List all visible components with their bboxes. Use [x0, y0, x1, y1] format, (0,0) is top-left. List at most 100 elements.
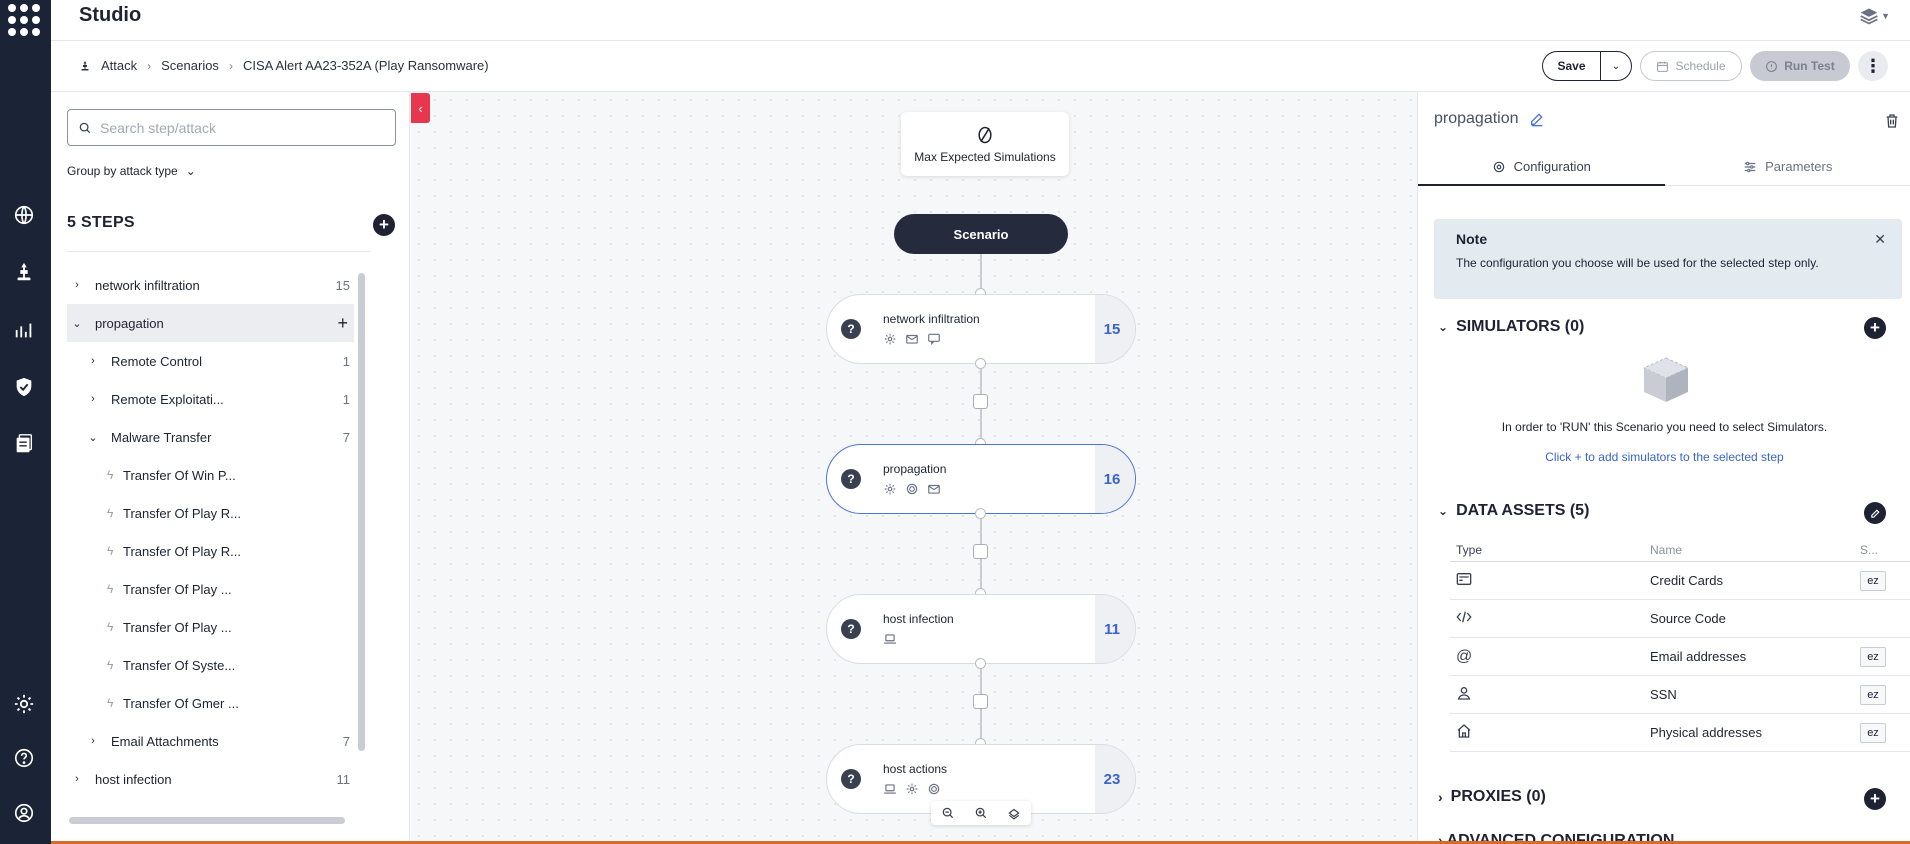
more-options-icon[interactable]: ⋮: [1858, 51, 1888, 81]
layers-icon: [1860, 8, 1878, 25]
globe-icon[interactable]: [12, 203, 36, 227]
tree-item-attack[interactable]: ϟ Transfer Of Win P...: [67, 456, 354, 494]
chevron-right-icon: ›: [75, 773, 79, 785]
tree-item-malware-transfer[interactable]: ⌄ Malware Transfer 7: [67, 418, 354, 456]
settings-icon[interactable]: [12, 692, 36, 716]
attack-icon[interactable]: [12, 260, 36, 284]
data-assets-section-toggle[interactable]: ⌄ DATA ASSETS (5): [1438, 502, 1589, 520]
layers-menu[interactable]: ▼: [1859, 6, 1890, 26]
run-test-button[interactable]: Run Test: [1750, 51, 1850, 81]
breadcrumb-current: CISA Alert AA23-352A (Play Ransomware): [242, 58, 489, 73]
scenario-node[interactable]: Scenario: [894, 214, 1068, 254]
tree-item-network-infiltration[interactable]: › network infiltration 15: [67, 266, 354, 304]
chat-icon: [928, 333, 940, 346]
simulators-section-toggle[interactable]: ⌄ SIMULATORS (0): [1438, 318, 1584, 336]
search-field[interactable]: [67, 109, 396, 146]
step-node-icons: [883, 632, 897, 646]
step-node-network-infiltration[interactable]: ? network infiltration 15: [826, 294, 1136, 364]
tree-item-propagation[interactable]: ⌄ propagation +: [67, 304, 354, 342]
horizontal-scrollbar[interactable]: [69, 817, 345, 824]
tree-item-host-infection[interactable]: › host infection 11: [67, 760, 354, 798]
tree-item-attack[interactable]: ϟ Transfer Of Syste...: [67, 646, 354, 684]
user-account-icon[interactable]: [12, 801, 36, 825]
step-node-host-infection[interactable]: ? host infection 11: [826, 594, 1136, 664]
tree-item-count: 7: [342, 733, 350, 749]
tree-item-remote-control[interactable]: › Remote Control 1: [67, 342, 354, 380]
edit-data-assets-button[interactable]: [1864, 502, 1886, 524]
step-node-icons: [883, 782, 941, 796]
tree-item-attack[interactable]: ϟ Transfer Of Gmer ...: [67, 684, 354, 722]
insert-step-handle[interactable]: [973, 544, 988, 559]
vertical-scrollbar[interactable]: [358, 273, 365, 751]
flow-canvas[interactable]: Max Expected Simulations Scenario ? netw…: [411, 92, 1417, 844]
edit-pencil-icon[interactable]: [1529, 111, 1545, 127]
add-simulator-button[interactable]: +: [1864, 317, 1886, 339]
breadcrumb-attack[interactable]: Attack: [101, 58, 137, 73]
tree-item-label: Transfer Of Play R...: [123, 505, 241, 521]
step-node-propagation[interactable]: ? propagation 16: [826, 444, 1136, 514]
credit-card-icon: [1450, 572, 1650, 589]
tree-item-count: 11: [336, 771, 351, 787]
table-row[interactable]: SSN ez: [1450, 676, 1910, 714]
insert-step-handle[interactable]: [973, 394, 988, 409]
trash-icon[interactable]: [1884, 112, 1900, 130]
steps-count-title: 5 STEPS: [67, 214, 135, 231]
table-header: Type Name S...: [1450, 538, 1910, 562]
tree-item-label: Email Attachments: [111, 733, 219, 749]
bolt-icon: ϟ: [107, 658, 114, 672]
table-row[interactable]: Physical addresses ez: [1450, 714, 1910, 752]
tree-item-attack[interactable]: ϟ Transfer Of Play R...: [67, 494, 354, 532]
tree-item-label: network infiltration: [95, 277, 200, 293]
chevron-right-icon: ›: [91, 735, 95, 747]
save-button[interactable]: Save: [1542, 51, 1600, 81]
tree-item-attack[interactable]: ϟ Transfer Of Play R...: [67, 532, 354, 570]
schedule-label: Schedule: [1675, 59, 1726, 73]
analytics-icon[interactable]: [12, 318, 36, 342]
step-node-count: 16: [1095, 445, 1135, 513]
laptop-icon: [884, 634, 896, 644]
search-input[interactable]: [100, 119, 380, 136]
help-icon[interactable]: [12, 746, 36, 770]
table-row[interactable]: Credit Cards ez: [1450, 562, 1910, 600]
person-icon: [1450, 685, 1650, 704]
info-icon: [1766, 60, 1778, 72]
shield-check-icon[interactable]: [12, 375, 36, 399]
tree-item-remote-exploitation[interactable]: › Remote Exploitati... 1: [67, 380, 354, 418]
add-step-button[interactable]: +: [373, 214, 395, 236]
zoom-out-icon[interactable]: [941, 806, 955, 820]
tree-item-label: Remote Control: [111, 353, 203, 369]
fit-view-icon[interactable]: [1007, 806, 1021, 820]
edit-pencil-icon: [1870, 508, 1880, 518]
tree-item-attack[interactable]: ϟ Transfer Of Play ...: [67, 608, 354, 646]
save-options-button[interactable]: ⌄: [1600, 51, 1632, 81]
tree-item-email-attachments[interactable]: › Email Attachments 7: [67, 722, 354, 760]
tree-item-attack[interactable]: ϟ Transfer Of Play ...: [67, 570, 354, 608]
table-row[interactable]: Source Code: [1450, 600, 1910, 638]
group-by-dropdown[interactable]: Group by attack type ⌄: [67, 164, 196, 178]
close-icon[interactable]: ✕: [1874, 231, 1886, 248]
proxies-section-toggle[interactable]: › PROXIES (0): [1438, 788, 1546, 806]
asset-name: Email addresses: [1650, 649, 1747, 664]
zoom-in-icon[interactable]: [974, 806, 988, 820]
asset-tag: ez: [1860, 684, 1886, 705]
asset-name: Physical addresses: [1650, 725, 1762, 740]
insert-step-handle[interactable]: [973, 694, 988, 709]
step-node-label: host infection: [883, 612, 954, 626]
breadcrumb-scenarios[interactable]: Scenarios: [161, 58, 219, 73]
add-attack-icon[interactable]: +: [337, 313, 348, 334]
apps-grid-icon[interactable]: [8, 4, 40, 36]
table-row[interactable]: @ Email addresses ez: [1450, 638, 1910, 676]
connector-dot: [975, 358, 986, 369]
breadcrumb-bar: Attack › Scenarios › CISA Alert AA23-352…: [51, 41, 1910, 92]
tab-label: Parameters: [1765, 159, 1833, 174]
add-simulators-link[interactable]: Click + to add simulators to the selecte…: [1418, 450, 1910, 464]
reports-icon[interactable]: [12, 432, 36, 456]
add-proxy-button[interactable]: +: [1864, 788, 1886, 810]
tab-parameters[interactable]: Parameters: [1665, 148, 1910, 185]
tab-configuration[interactable]: Configuration: [1418, 148, 1665, 186]
collapse-panel-button[interactable]: ‹: [411, 93, 430, 123]
schedule-button[interactable]: Schedule: [1640, 51, 1742, 81]
chevron-down-icon: ⌄: [72, 317, 82, 330]
step-node-count: 15: [1095, 295, 1135, 363]
toolbar-actions: Save ⌄ Schedule Run Test ⋮: [1542, 51, 1888, 81]
